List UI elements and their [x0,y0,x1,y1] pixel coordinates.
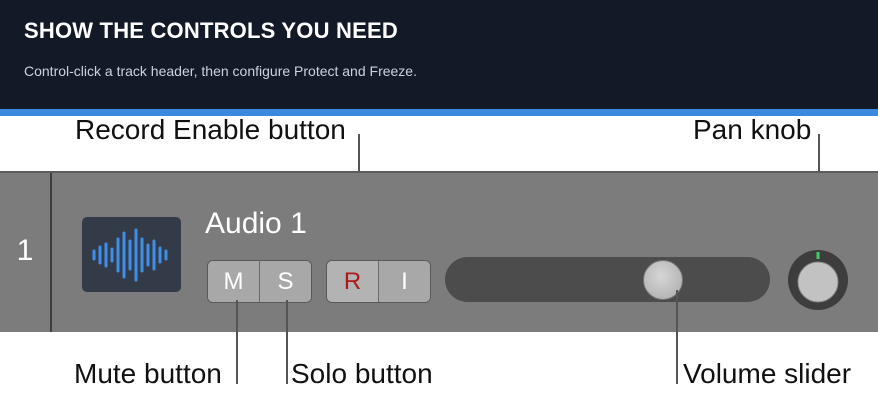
record-enable-callout-label: Record Enable button [75,114,346,145]
pan-knob[interactable] [786,248,850,312]
volume-slider[interactable] [445,257,770,302]
header-banner: SHOW THE CONTROLS YOU NEED Control-click… [0,0,878,109]
volume-callout-line [676,290,678,384]
mute-callout-line [236,300,238,384]
solo-callout-line [286,300,288,384]
volume-callout-label: Volume slider [683,358,852,389]
track-number: 1 [0,173,52,332]
input-monitoring-button[interactable]: I [378,261,430,302]
solo-callout-label: Solo button [291,358,433,389]
banner-title: SHOW THE CONTROLS YOU NEED [24,18,398,43]
mute-callout-label: Mute button [74,358,222,389]
pan-knob-callout-label: Pan knob [693,114,812,145]
mute-solo-group: M S [207,260,312,303]
track-header[interactable]: 1 Audio 1 M S R I [0,171,878,332]
solo-button[interactable]: S [259,261,311,302]
waveform-icon[interactable] [82,217,181,292]
track-name[interactable]: Audio 1 [205,207,307,241]
record-input-group: R I [326,260,431,303]
mute-button[interactable]: M [208,261,259,302]
record-enable-button[interactable]: R [327,261,378,302]
banner-subtitle: Control-click a track header, then confi… [24,63,417,79]
